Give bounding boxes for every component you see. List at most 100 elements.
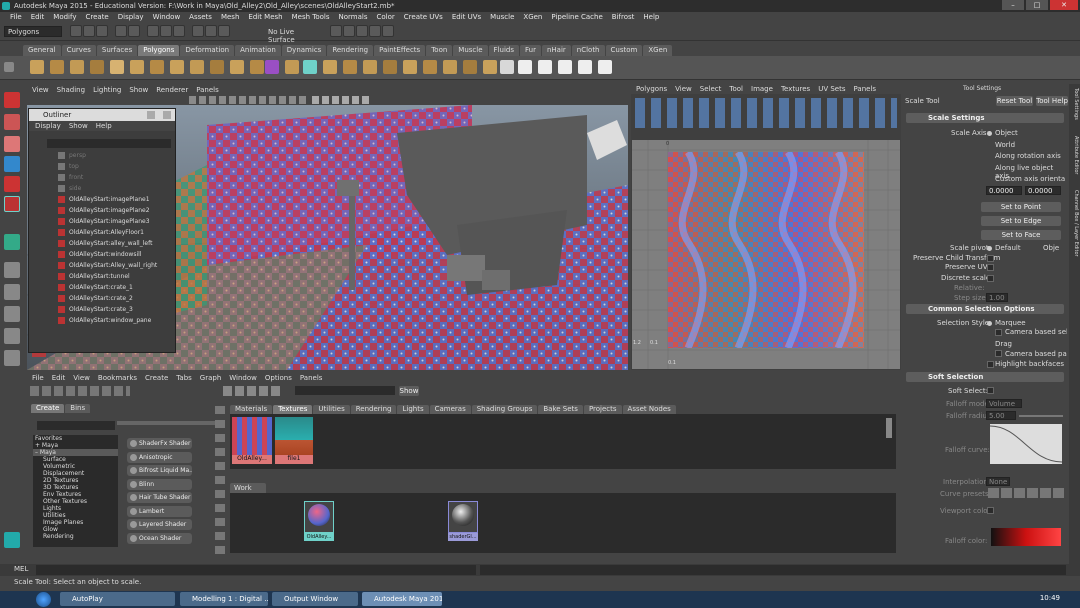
falloff-radius-field[interactable]: 5.00 (986, 411, 1016, 420)
viewport-color-checkbox[interactable] (987, 507, 994, 514)
hypershade-side-icons[interactable] (215, 406, 225, 556)
uv-menu-select[interactable]: Select (700, 84, 722, 94)
axis-object-radio[interactable] (987, 131, 992, 136)
shader-button[interactable]: Lambert (127, 505, 192, 517)
menu-help[interactable]: Help (643, 12, 659, 23)
pivot-object-label[interactable]: Obje (1043, 244, 1059, 252)
poly-cylinder-icon[interactable] (70, 60, 84, 74)
create-tree-item[interactable]: Utilities (33, 512, 118, 519)
hypershade-tab-projects[interactable]: Projects (583, 405, 622, 414)
outliner-search-field[interactable] (47, 139, 171, 148)
menu-muscle[interactable]: Muscle (490, 12, 514, 23)
reduce-icon[interactable] (285, 60, 299, 74)
offset-edge-icon[interactable] (403, 60, 417, 74)
outliner-window[interactable]: Outliner Display Show Help persp top front si… (28, 108, 176, 353)
hypershade-tab-bake-sets[interactable]: Bake Sets (538, 405, 583, 414)
file1-texture-swatch[interactable] (275, 417, 313, 455)
viewport-menu-renderer[interactable]: Renderer (156, 85, 188, 95)
combine-icon[interactable] (210, 60, 224, 74)
channel-box-side-tab[interactable]: Channel Box / Layer Editor (1070, 190, 1079, 270)
discrete-scale-checkbox[interactable] (987, 275, 994, 282)
outliner-menu-display[interactable]: Display (35, 121, 61, 131)
taskbar-autoplay[interactable]: AutoPlay (60, 592, 175, 606)
falloff-curve-graph[interactable] (989, 424, 1063, 464)
viewport-menu-view[interactable]: View (32, 85, 49, 95)
camera-based-paint-checkbox[interactable] (995, 350, 1002, 357)
uv-menu-view[interactable]: View (675, 84, 692, 94)
hypershade-menu-bookmarks[interactable]: Bookmarks (98, 373, 137, 384)
taskbar-browser[interactable]: Modelling 1 : Digital ... (180, 592, 268, 606)
outliner-item[interactable]: OldAlleyStart:imagePlane2 (69, 206, 150, 216)
shelf-tab-ncloth[interactable]: nCloth (571, 45, 605, 56)
shader-button[interactable]: Hair Tube Shader (127, 492, 192, 503)
redo-icon[interactable] (128, 25, 140, 37)
maximize-button[interactable]: □ (1026, 0, 1048, 10)
soft-select-checkbox[interactable] (987, 387, 994, 394)
outliner-item[interactable]: OldAlleyStart:windowsill (69, 250, 141, 260)
create-tree-item[interactable]: Lights (33, 505, 118, 512)
shader-glow-node[interactable] (448, 501, 478, 533)
poly-sphere-icon[interactable] (30, 60, 44, 74)
create-tree-item[interactable]: Favorites (33, 435, 118, 442)
menu-color[interactable]: Color (377, 12, 395, 23)
uv-menu-uv-sets[interactable]: UV Sets (818, 84, 845, 94)
poly-pipe-icon[interactable] (190, 60, 204, 74)
axis-world-label[interactable]: World (995, 141, 1015, 149)
shelf-tab-painteffects[interactable]: PaintEffects (374, 45, 426, 56)
menu-window[interactable]: Window (153, 12, 181, 23)
outliner-item[interactable]: persp (69, 151, 86, 161)
outliner-item[interactable]: OldAlleyStart:AlleyFloor1 (69, 228, 144, 238)
textures-scrollbar[interactable] (886, 418, 892, 438)
hypershade-menu-view[interactable]: View (73, 373, 90, 384)
smooth-icon[interactable] (265, 60, 279, 74)
step-size-field[interactable]: 1.00 (986, 293, 1008, 302)
hypershade-tab-lights[interactable]: Lights (397, 405, 429, 414)
graph-toolbar-icons[interactable] (223, 386, 283, 396)
separate-icon[interactable] (230, 60, 244, 74)
create-tree-item[interactable]: Displacement (33, 470, 118, 477)
maya-home-icon[interactable] (4, 532, 20, 548)
curve-presets-buttons[interactable] (988, 488, 1064, 498)
shelf-menu-icon[interactable] (4, 62, 14, 72)
close-button[interactable]: ✕ (1050, 0, 1078, 10)
outliner-item[interactable]: OldAlleyStart:tunnel (69, 272, 130, 282)
shelf-tab-deformation[interactable]: Deformation (180, 45, 235, 56)
hypershade-menu-tabs[interactable]: Tabs (176, 373, 192, 384)
uv-menu-polygons[interactable]: Polygons (636, 84, 667, 94)
shader-button[interactable]: Ocean Shader (127, 532, 192, 544)
marquee-radio[interactable] (987, 321, 992, 326)
move-tool-icon[interactable] (4, 156, 20, 172)
save-scene-icon[interactable] (96, 25, 108, 37)
hypershade-tab-asset-nodes[interactable]: Asset Nodes (622, 405, 676, 414)
uv-menu-panels[interactable]: Panels (854, 84, 877, 94)
tool-settings-side-tab[interactable]: Tool Settings (1070, 88, 1079, 132)
scale-settings-header[interactable]: Scale Settings (906, 113, 1064, 123)
menu-create[interactable]: Create (85, 12, 108, 23)
auto-map-icon[interactable] (558, 60, 572, 74)
uv-toolbar-icons[interactable] (635, 98, 897, 128)
outliner-item[interactable]: OldAlleyStart:imagePlane3 (69, 217, 150, 227)
set-to-edge-button[interactable]: Set to Edge (981, 216, 1061, 226)
outliner-minimize-icon[interactable] (147, 111, 155, 119)
lasso-tool-icon[interactable] (4, 114, 20, 130)
open-scene-icon[interactable] (83, 25, 95, 37)
outliner-close-icon[interactable] (163, 111, 171, 119)
menu-edit-mesh[interactable]: Edit Mesh (248, 12, 282, 23)
rotate-tool-icon[interactable] (4, 176, 20, 192)
falloff-radius-slider[interactable] (1019, 415, 1063, 417)
shelf-tab-xgen[interactable]: XGen (643, 45, 673, 56)
extrude-icon[interactable] (303, 60, 317, 74)
persp-graph-layout-icon[interactable] (4, 328, 20, 344)
outliner-item[interactable]: OldAlleyStart:window_pane (69, 316, 151, 326)
hypershade-toolbar-icons[interactable] (30, 386, 130, 396)
shelf-tab-curves[interactable]: Curves (61, 45, 96, 56)
create-tree-item[interactable]: Volumetric (33, 463, 118, 470)
scale-tool-icon[interactable] (4, 196, 20, 212)
hypershade-menu-edit[interactable]: Edit (52, 373, 66, 384)
viewport-menu-shading[interactable]: Shading (57, 85, 85, 95)
menu-set-dropdown[interactable]: Polygons (4, 26, 62, 37)
show-manipulator-icon[interactable] (4, 234, 20, 250)
show-button[interactable]: Show (399, 386, 419, 396)
custom-axis-field-2[interactable]: 0.0000 (1025, 186, 1061, 195)
menu-assets[interactable]: Assets (189, 12, 212, 23)
